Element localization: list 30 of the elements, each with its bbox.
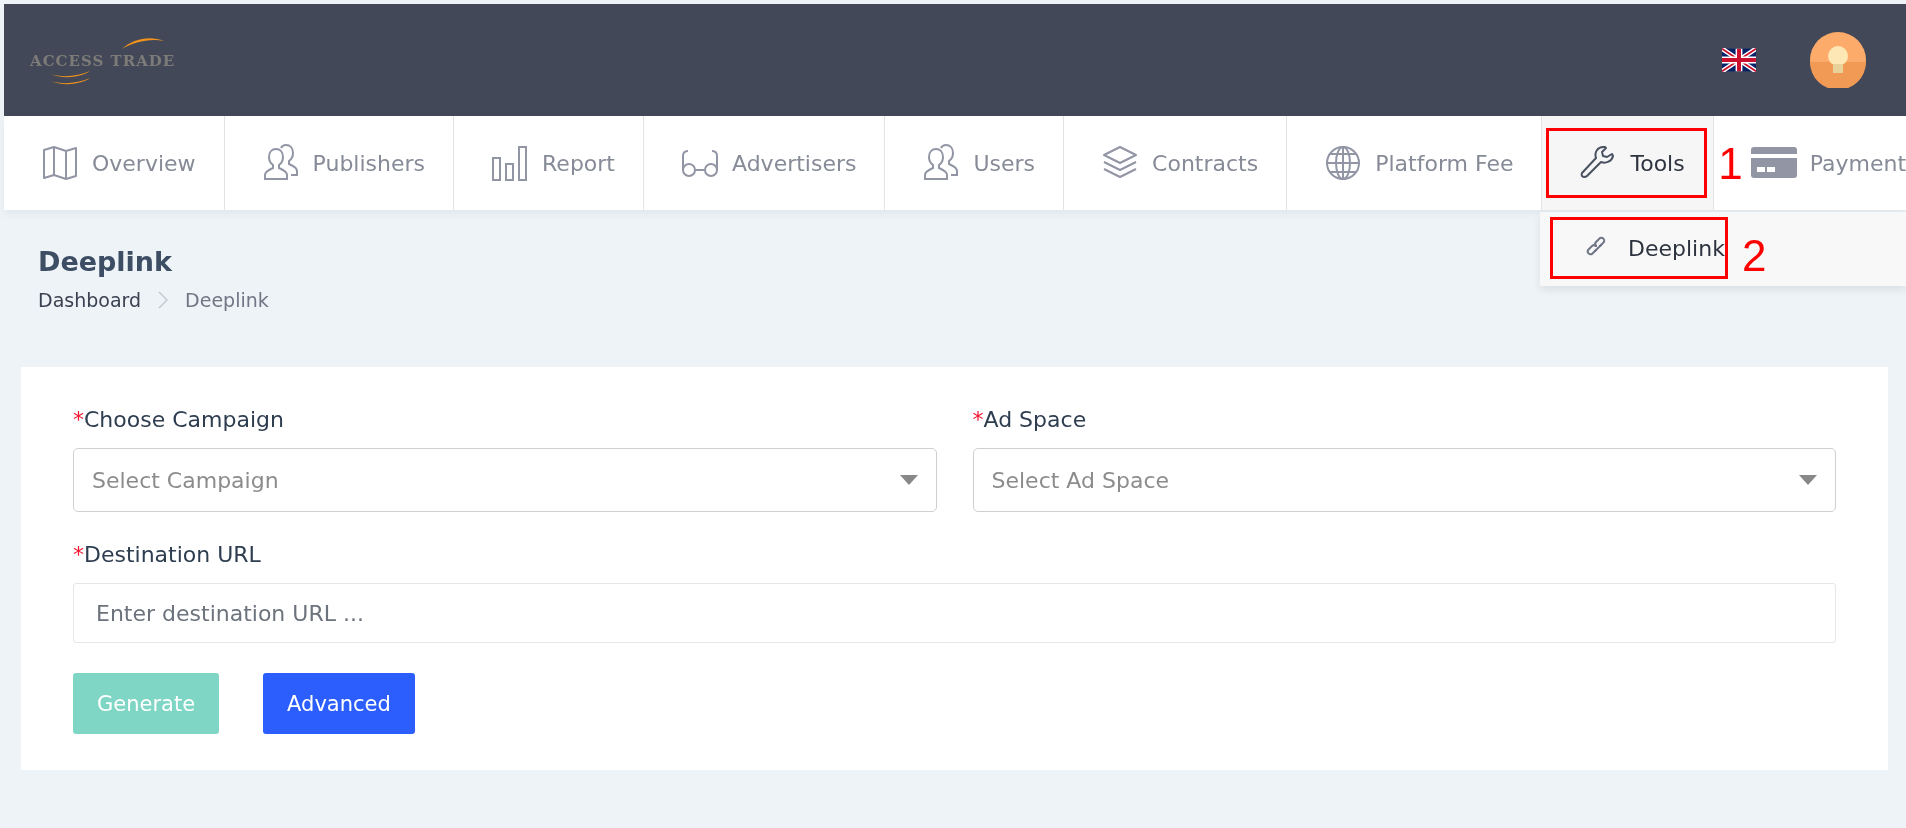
page-title: Deeplink xyxy=(38,246,173,277)
caret-icon xyxy=(899,475,918,485)
caret-icon xyxy=(1799,475,1817,485)
select-dropdown[interactable]: Select Ad Space xyxy=(972,448,1836,512)
required-mark: * xyxy=(73,542,84,567)
breadcrumb-link[interactable]: Dashboard xyxy=(38,289,142,311)
annotation-number: 1 xyxy=(1718,142,1743,186)
credit-card-icon xyxy=(1749,145,1798,181)
nav-tab[interactable]: Platform Fee xyxy=(1287,116,1543,210)
field-label: Choose Campaign xyxy=(84,407,284,432)
action-button[interactable]: Advanced xyxy=(263,673,415,734)
field-label: Destination URL xyxy=(84,542,261,567)
uk-flag-icon[interactable] xyxy=(1722,48,1756,72)
required-mark: * xyxy=(972,407,984,432)
nav-tab[interactable]: Advertisers xyxy=(644,116,886,210)
select-dropdown[interactable]: Select Campaign xyxy=(73,448,937,512)
nav-tab[interactable]: Publishers xyxy=(224,116,455,210)
nav-tab[interactable]: Contracts xyxy=(1064,116,1288,210)
menu-item[interactable]: Deeplink xyxy=(1550,217,1728,279)
nav-tab[interactable]: Report xyxy=(454,116,644,210)
required-mark: * xyxy=(73,407,84,432)
nav-tab[interactable]: Overview xyxy=(4,116,225,210)
chevron-right-icon xyxy=(157,291,170,309)
map-icon xyxy=(40,143,80,183)
avatar-icon[interactable] xyxy=(1810,32,1866,88)
annotation-number: 2 xyxy=(1742,234,1767,278)
brand-logo[interactable]: ACCESS TRADE xyxy=(30,30,200,90)
field-label: Ad Space xyxy=(983,407,1087,432)
nav-tab[interactable]: Users xyxy=(885,116,1065,210)
url-input[interactable]: Enter destination URL ... xyxy=(73,583,1836,643)
